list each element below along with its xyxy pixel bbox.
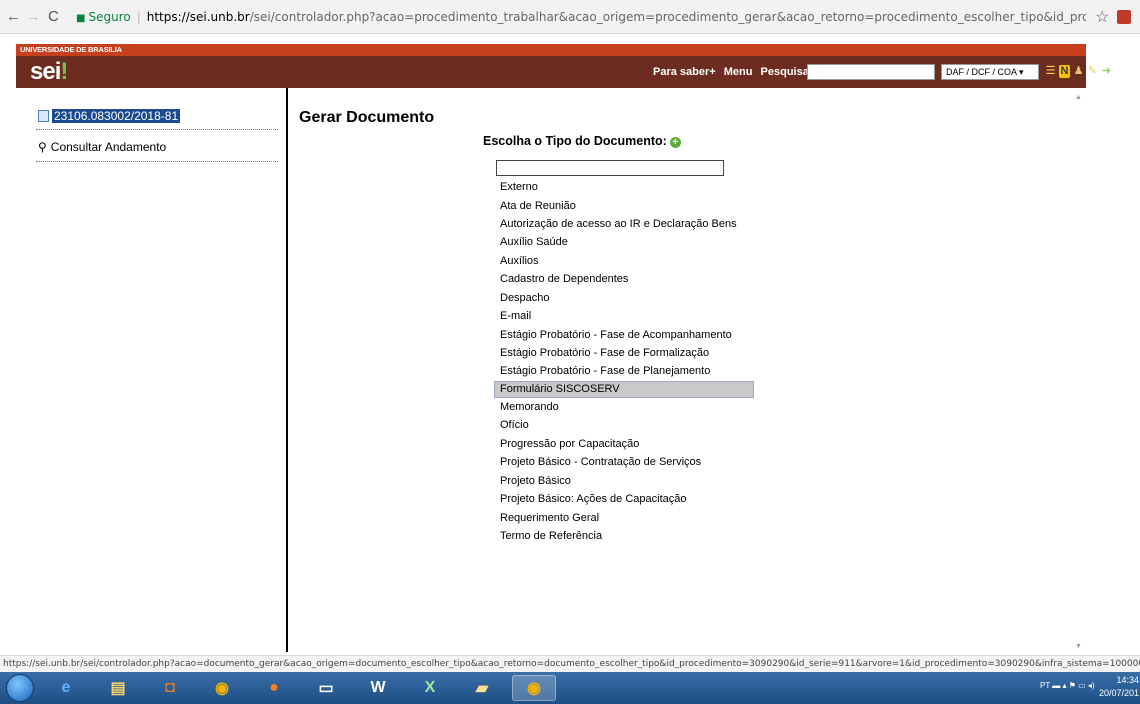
doc-type-option[interactable]: Projeto Básico: Ações de Capacitação xyxy=(494,490,756,509)
user-icon[interactable]: ♟ xyxy=(1073,65,1084,78)
magnifier-icon: ⚲ xyxy=(38,140,47,154)
process-tree-panel: 23106.083002/2018-81 ⚲ Consultar Andament… xyxy=(16,88,288,652)
url-path: /sei/controlador.php?acao=procedimento_t… xyxy=(249,10,1086,24)
header-icons: ☰ N ♟ ✎ ➜ xyxy=(1045,65,1112,79)
doc-type-option[interactable]: Auxílio Saúde xyxy=(494,233,756,252)
sei-logo[interactable]: sei! xyxy=(30,58,68,86)
scroll-down-icon[interactable]: ▼ xyxy=(1075,643,1082,650)
doc-type-option[interactable]: Requerimento Geral xyxy=(494,509,756,528)
clock[interactable]: 14:34 20/07/201 xyxy=(1095,674,1139,700)
reload-icon[interactable]: C xyxy=(48,8,59,26)
pesquisa-link[interactable]: Pesquisa xyxy=(761,66,809,78)
doc-type-option[interactable]: Formulário SISCOSERV xyxy=(494,380,754,398)
scrollbar[interactable]: ▲ ▼ xyxy=(1072,92,1086,652)
doc-type-option[interactable]: Estágio Probatório - Fase de Planejament… xyxy=(494,362,756,381)
tools-icon[interactable]: ✎ xyxy=(1087,65,1098,78)
doc-type-option[interactable]: Despacho xyxy=(494,289,756,308)
doc-type-option[interactable]: Auxílios xyxy=(494,252,756,271)
doc-type-option[interactable]: Estágio Probatório - Fase de Acompanhame… xyxy=(494,326,752,344)
notes-icon[interactable]: N xyxy=(1059,65,1070,78)
para-saber-link[interactable]: Para saber+ xyxy=(653,66,716,78)
main-content: Gerar Documento Escolha o Tipo do Docume… xyxy=(290,88,1086,652)
menu-link[interactable]: Menu xyxy=(724,66,753,78)
bookmark-star-icon[interactable]: ☆ xyxy=(1095,7,1109,27)
doc-type-option[interactable]: Termo de Referência xyxy=(494,527,756,546)
unit-select[interactable]: DAF / DCF / COA ▾ xyxy=(941,64,1039,80)
scroll-up-icon[interactable]: ▲ xyxy=(1075,94,1082,101)
consultar-andamento-link[interactable]: ⚲ Consultar Andamento xyxy=(38,140,166,154)
outlook-icon[interactable]: ◘ xyxy=(148,675,192,701)
header-links: Para saber+ Menu Pesquisa xyxy=(653,66,814,78)
divider xyxy=(36,129,278,130)
exit-icon[interactable]: ➜ xyxy=(1101,65,1112,78)
divider xyxy=(36,161,278,162)
back-icon[interactable]: ← xyxy=(6,8,21,26)
process-number[interactable]: 23106.083002/2018-81 xyxy=(52,109,181,123)
word-icon[interactable]: W xyxy=(356,675,400,701)
institution-banner: UNIVERSIDADE DE BRASILIA xyxy=(16,44,1086,56)
doc-type-option[interactable]: Memorando xyxy=(494,398,756,417)
address-bar[interactable]: ■ Seguro | https://sei.unb.br/sei/controlad… xyxy=(76,7,1086,27)
add-type-icon[interactable]: + xyxy=(669,137,681,148)
firefox-icon[interactable]: ● xyxy=(252,675,296,701)
window-icon[interactable]: ▭ xyxy=(304,675,348,701)
search-input[interactable] xyxy=(807,64,935,80)
doc-type-filter-input[interactable] xyxy=(496,160,724,176)
chrome-icon[interactable]: ◉ xyxy=(200,675,244,701)
doc-type-option[interactable]: Estágio Probatório - Fase de Formalizaçã… xyxy=(494,344,756,363)
start-button[interactable] xyxy=(6,674,34,702)
choose-doc-type-label: Escolha o Tipo do Documento: + xyxy=(483,134,681,148)
doc-type-option[interactable]: Autorização de acesso ao IR e Declaração… xyxy=(494,215,752,233)
doc-type-list: Externo Ata de Reunião Autorização de aces… xyxy=(494,178,756,546)
extension-icon[interactable] xyxy=(1117,10,1131,24)
excel-icon[interactable]: X xyxy=(408,675,452,701)
doc-type-option[interactable]: Ofício xyxy=(494,416,756,435)
sei-header: sei! Para saber+ Menu Pesquisa DAF / DCF… xyxy=(16,56,1111,88)
status-url: https://sei.unb.br/sei/controlador.php?a… xyxy=(0,655,1140,672)
doc-type-option[interactable]: Progressão por Capacitação xyxy=(494,435,756,454)
ie-icon[interactable]: e xyxy=(44,675,88,701)
doc-type-option[interactable]: Projeto Básico xyxy=(494,472,756,491)
forward-icon[interactable]: → xyxy=(26,8,41,26)
url-domain: https://sei.unb.br xyxy=(146,10,250,24)
system-tray[interactable]: PT ▬ ▴ ⚑ ▭ ◂) xyxy=(1040,681,1095,690)
secure-label: Seguro xyxy=(88,10,131,24)
doc-type-option[interactable]: E-mail xyxy=(494,307,756,326)
explorer-icon[interactable]: ▤ xyxy=(96,675,140,701)
chrome-active-icon[interactable]: ◉ xyxy=(512,675,556,701)
doc-type-option[interactable]: Externo xyxy=(494,178,756,197)
browser-toolbar: ← → C ■ Seguro | https://sei.unb.br/sei/con… xyxy=(0,0,1140,34)
list-icon[interactable]: ☰ xyxy=(1045,65,1056,78)
windows-taskbar: e ▤ ◘ ◉ ● ▭ W X ▰ ◉ PT ▬ ▴ ⚑ ▭ ◂) 14:34 2… xyxy=(0,672,1140,704)
doc-type-option[interactable]: Projeto Básico - Contratação de Serviços xyxy=(494,453,756,472)
doc-type-option[interactable]: Cadastro de Dependentes xyxy=(494,270,756,289)
folder-icon[interactable]: ▰ xyxy=(460,675,504,701)
process-folder-icon xyxy=(38,110,49,122)
doc-type-option[interactable]: Ata de Reunião xyxy=(494,197,756,216)
page-title: Gerar Documento xyxy=(299,109,435,126)
lock-icon: ■ xyxy=(76,13,86,24)
process-tree-node[interactable]: 23106.083002/2018-81 xyxy=(38,109,181,123)
